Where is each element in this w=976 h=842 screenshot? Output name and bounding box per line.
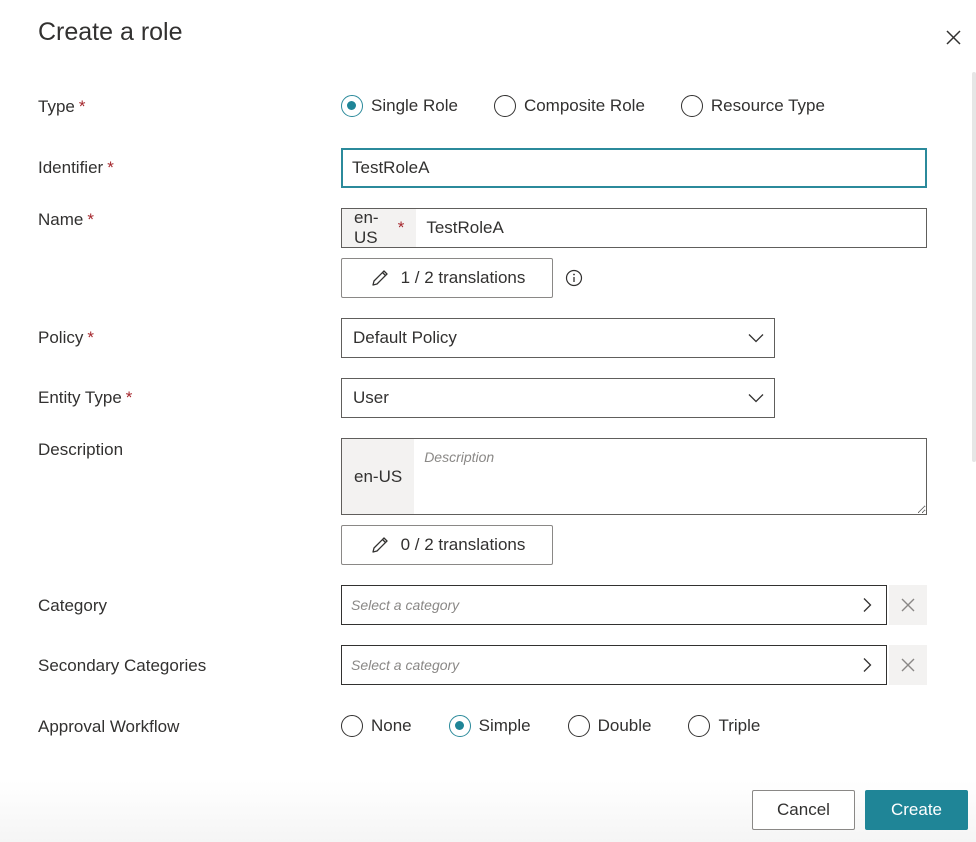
radio-unchecked-icon [680,95,703,117]
radio-unchecked-icon [567,715,590,737]
category-clear-button[interactable] [889,585,927,625]
create-role-dialog: Create a role Type * Single Role Composit… [0,0,976,842]
close-icon[interactable] [940,24,966,50]
approval-option-simple[interactable]: Simple [448,715,531,737]
policy-label: Policy * [38,328,94,347]
radio-unchecked-icon [493,95,516,117]
type-radio-group: Single Role Composite Role Resource Type [341,95,825,117]
chevron-down-icon [748,334,764,343]
type-label: Type * [38,97,86,116]
type-option-resource-type[interactable]: Resource Type [680,95,825,117]
close-icon [901,598,915,612]
category-label: Category [38,596,107,615]
secondary-categories-picker[interactable]: Select a category [341,645,887,685]
approval-option-double[interactable]: Double [567,715,651,737]
info-icon[interactable] [565,269,583,292]
dialog-title: Create a role [38,18,183,46]
radio-checked-icon [448,715,471,737]
name-label: Name * [38,210,94,229]
description-locale-prefix: en-US [342,439,415,514]
description-field[interactable]: en-US [341,438,927,515]
category-picker[interactable]: Select a category [341,585,887,625]
policy-dropdown[interactable]: Default Policy [341,318,775,358]
close-icon [901,658,915,672]
entity-type-dropdown[interactable]: User [341,378,775,418]
name-locale-prefix: en-US * [342,208,417,247]
approval-workflow-radio-group: None Simple Double Triple [341,715,760,737]
pencil-icon [371,270,388,286]
description-textarea[interactable] [414,439,926,514]
identifier-field[interactable] [341,148,927,188]
radio-unchecked-icon [341,715,363,737]
name-translations-button[interactable]: 1 / 2 translations [341,258,553,298]
chevron-right-icon [863,598,872,612]
identifier-label: Identifier * [38,158,114,177]
approval-workflow-label: Approval Workflow [38,717,180,736]
secondary-categories-clear-button[interactable] [889,645,927,685]
type-option-composite-role[interactable]: Composite Role [493,95,645,117]
radio-checked-icon [341,95,363,117]
pencil-icon [371,537,388,553]
create-button[interactable]: Create [865,790,968,830]
entity-type-label: Entity Type * [38,388,133,407]
description-translations-button[interactable]: 0 / 2 translations [341,525,553,565]
secondary-categories-label: Secondary Categories [38,656,207,675]
approval-option-none[interactable]: None [341,715,412,737]
type-option-single-role[interactable]: Single Role [341,95,458,117]
name-input[interactable] [416,209,926,247]
approval-option-triple[interactable]: Triple [688,715,760,737]
radio-unchecked-icon [688,715,711,737]
name-field[interactable]: en-US * [341,208,927,248]
scrollbar[interactable] [972,72,976,462]
chevron-right-icon [863,658,872,672]
cancel-button[interactable]: Cancel [752,790,855,830]
chevron-down-icon [748,394,764,403]
identifier-input[interactable] [343,150,925,186]
description-label: Description [38,440,124,459]
